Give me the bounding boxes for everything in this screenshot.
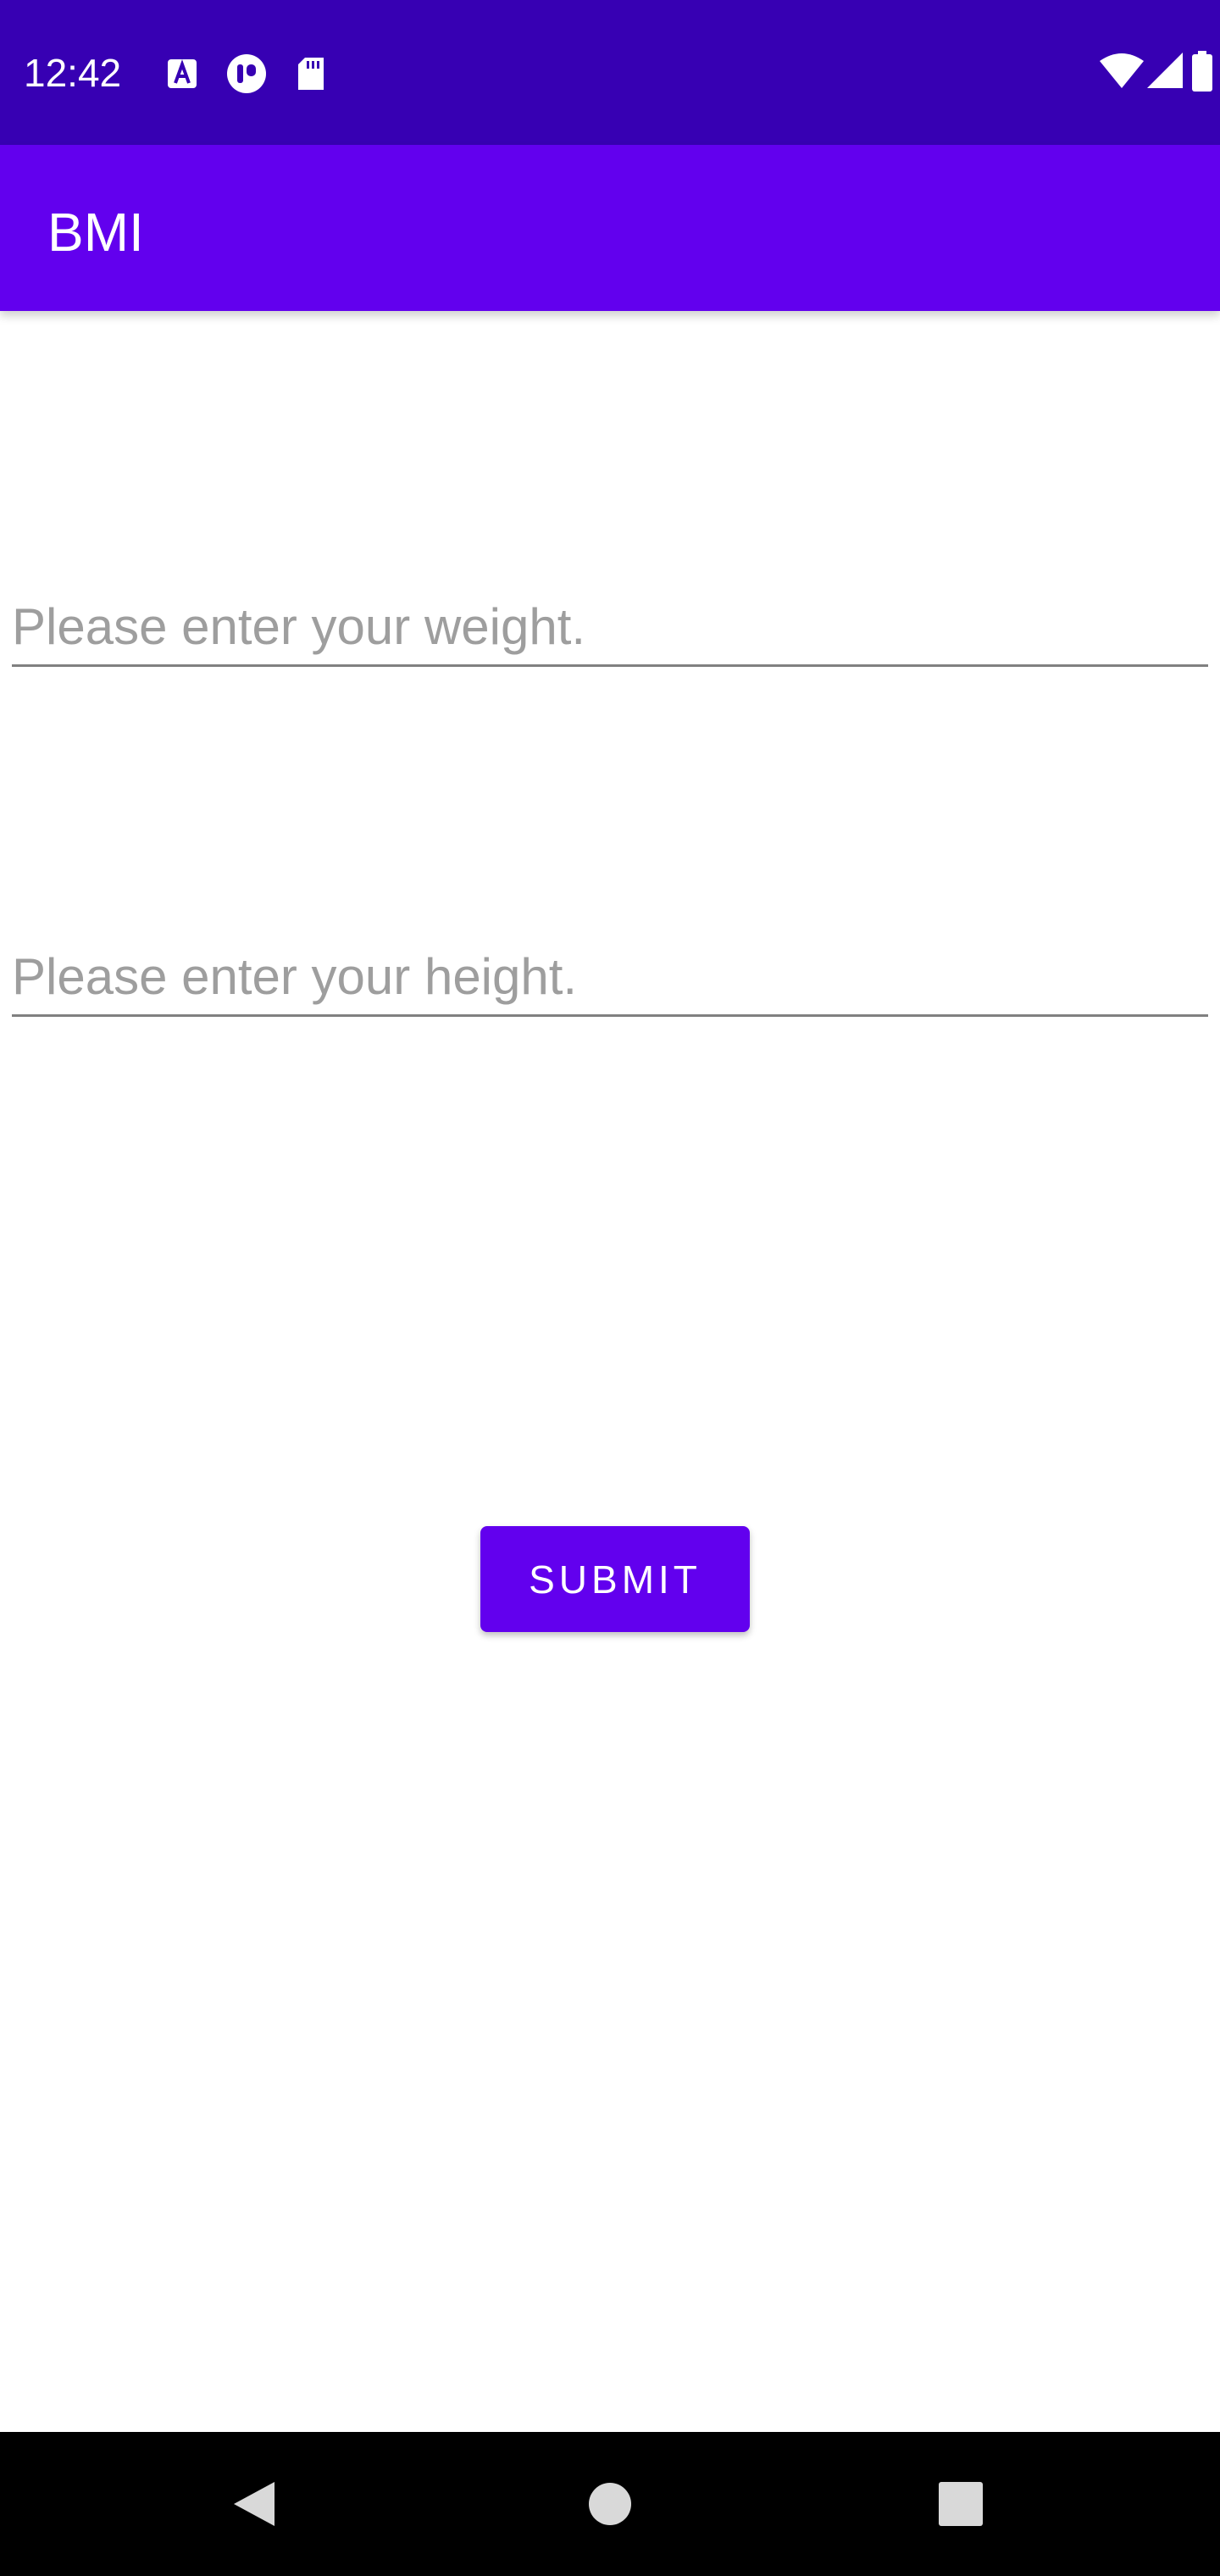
cellular-signal-icon — [1147, 53, 1183, 88]
home-icon — [589, 2483, 631, 2525]
battery-icon — [1192, 51, 1212, 92]
height-field[interactable] — [12, 930, 1208, 1017]
submit-button[interactable]: SUBMIT — [480, 1526, 750, 1632]
status-time: 12:42 — [24, 51, 122, 95]
wifi-icon — [1100, 53, 1144, 88]
height-input[interactable] — [12, 947, 1208, 1006]
sd-card-icon — [298, 58, 324, 90]
weight-field[interactable] — [12, 580, 1208, 667]
status-system-icons — [1051, 51, 1220, 95]
recents-button[interactable] — [876, 2432, 1045, 2576]
app-bar: BMI — [0, 145, 1220, 311]
weight-input[interactable] — [12, 597, 1208, 656]
keyboard-a-icon — [168, 59, 197, 88]
back-button[interactable] — [169, 2432, 339, 2576]
status-bar: 12:42 — [0, 0, 1220, 145]
back-icon — [234, 2482, 274, 2526]
notification-app-icon — [227, 54, 266, 93]
home-button[interactable] — [525, 2432, 695, 2576]
app-title: BMI — [47, 202, 144, 263]
navigation-bar — [0, 2432, 1220, 2576]
recents-icon — [939, 2482, 983, 2526]
